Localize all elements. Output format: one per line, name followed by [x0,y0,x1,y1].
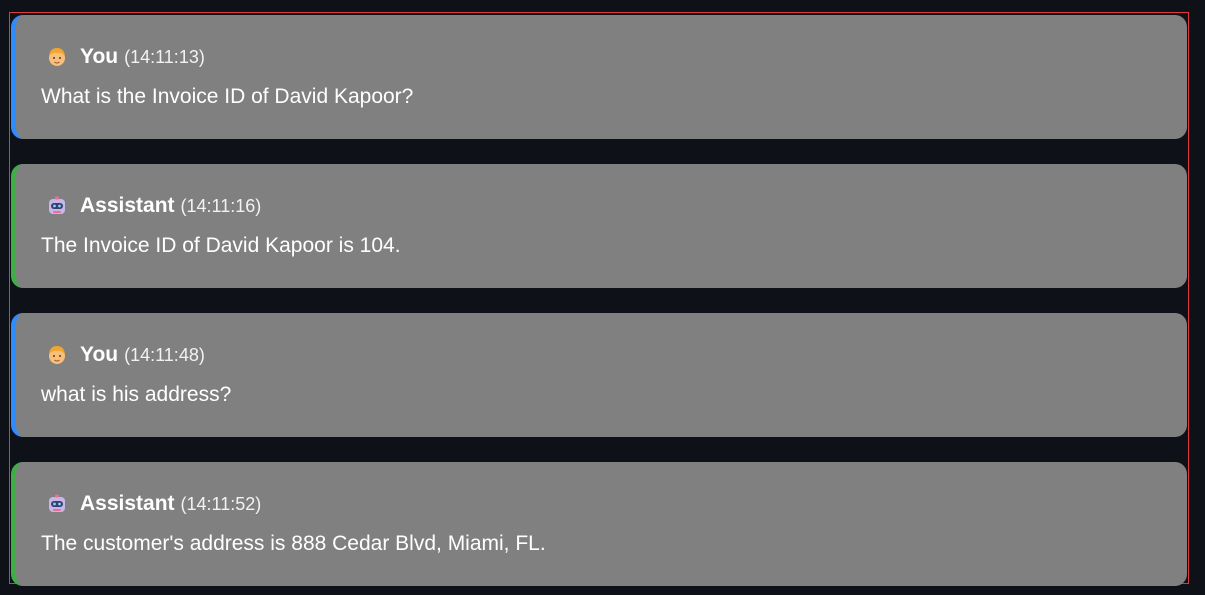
message-timestamp: (14:11:48) [124,344,205,365]
message-author: Assistant [80,194,175,217]
message-timestamp: (14:11:52) [180,493,262,514]
chat-message-user: You (14:11:13) What is the Invoice ID of… [11,15,1187,139]
message-author: You [80,343,119,366]
person-blond-icon [46,344,68,366]
chat-message-assistant: Assistant (14:11:16) The Invoice ID of D… [11,164,1187,288]
message-text: What is the Invoice ID of David Kapoor? [41,85,414,108]
robot-icon [46,493,68,515]
person-blond-icon [46,46,68,68]
message-text: The customer's address is 888 Cedar Blvd… [41,532,546,555]
message-header: Assistant (14:11:52) [46,492,261,516]
message-text: The Invoice ID of David Kapoor is 104. [41,234,401,257]
message-timestamp: (14:11:16) [180,195,262,216]
message-text: what is his address? [41,383,232,406]
message-header: Assistant (14:11:16) [46,194,261,218]
message-author: You [80,45,119,68]
message-header: You (14:11:48) [46,343,205,367]
message-timestamp: (14:11:13) [124,46,205,67]
message-author: Assistant [80,492,175,515]
message-header: You (14:11:13) [46,45,205,69]
robot-icon [46,195,68,217]
chat-message-assistant: Assistant (14:11:52) The customer's addr… [11,462,1187,586]
chat-message-user: You (14:11:48) what is his address? [11,313,1187,437]
